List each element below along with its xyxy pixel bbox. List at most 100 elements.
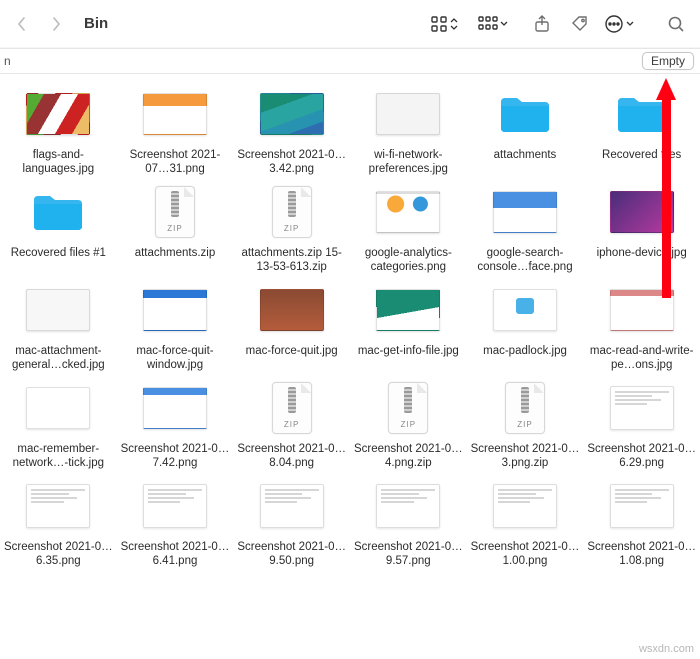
image-thumbnail [260, 93, 324, 135]
file-item[interactable]: Recovered files #1 [2, 184, 115, 274]
file-item[interactable]: Screenshot 2021-0…9.50.png [235, 478, 348, 568]
file-label: Screenshot 2021-0…6.41.png [120, 540, 230, 568]
file-thumbnail: ZIP [141, 184, 209, 240]
file-item[interactable]: ZIP Screenshot 2021-0…8.04.png [235, 380, 348, 470]
file-item[interactable]: google-analytics-categories.png [352, 184, 465, 274]
share-button[interactable] [528, 10, 556, 38]
file-item[interactable]: iphone-device.jpg [585, 184, 698, 274]
path-bar: n Empty [0, 48, 700, 74]
zip-label: ZIP [273, 224, 311, 233]
file-thumbnail [374, 282, 442, 338]
image-thumbnail [26, 93, 90, 135]
zip-icon: ZIP [272, 382, 312, 434]
file-item[interactable]: mac-force-quit.jpg [235, 282, 348, 372]
chevron-down-icon [626, 21, 634, 27]
file-item[interactable]: Screenshot 2021-0…6.29.png [585, 380, 698, 470]
file-thumbnail [24, 478, 92, 534]
icon-grid-icon [430, 15, 448, 33]
view-mode-toggle[interactable] [430, 15, 458, 33]
file-thumbnail [258, 282, 326, 338]
file-item[interactable]: mac-padlock.jpg [469, 282, 582, 372]
file-item[interactable]: ZIPScreenshot 2021-0…3.png.zip [469, 380, 582, 470]
file-label: google-analytics-categories.png [353, 246, 463, 274]
watermark: wsxdn.com [639, 643, 694, 655]
file-item[interactable]: mac-attachment-general…cked.jpg [2, 282, 115, 372]
content-area: flags-and-languages.jpgScreenshot 2021-0… [0, 74, 700, 639]
chevron-down-icon [500, 21, 508, 27]
chevron-right-icon [51, 17, 61, 31]
annotation-arrow [657, 78, 675, 298]
file-label: mac-read-and-write-pe…ons.jpg [587, 344, 697, 372]
file-thumbnail [608, 478, 676, 534]
image-thumbnail [26, 289, 90, 331]
document-icon [376, 484, 440, 528]
file-thumbnail [608, 380, 676, 436]
file-thumbnail: ZIP [258, 184, 326, 240]
file-thumbnail [141, 86, 209, 142]
file-item[interactable]: Screenshot 2021-0…6.41.png [119, 478, 232, 568]
file-thumbnail [24, 282, 92, 338]
file-label: Screenshot 2021-0…8.04.png [237, 442, 347, 470]
file-item[interactable]: attachments [469, 86, 582, 176]
file-item[interactable]: Screenshot 2021-0…1.00.png [469, 478, 582, 568]
image-thumbnail [493, 191, 557, 233]
zip-label: ZIP [273, 420, 311, 429]
file-item[interactable]: Screenshot 2021-0…3.42.png [235, 86, 348, 176]
document-icon [610, 484, 674, 528]
file-label: Screenshot 2021-0…9.57.png [353, 540, 463, 568]
file-item[interactable]: mac-force-quit-window.jpg [119, 282, 232, 372]
file-item[interactable]: ZIPattachments.zip 15-13-53-613.zip [235, 184, 348, 274]
file-item[interactable]: google-search-console…face.png [469, 184, 582, 274]
file-thumbnail [374, 86, 442, 142]
search-button[interactable] [662, 10, 690, 38]
file-item[interactable]: wi-fi-network-preferences.jpg [352, 86, 465, 176]
file-thumbnail [491, 184, 559, 240]
file-label: Screenshot 2021-0…3.42.png [237, 148, 347, 176]
zip-icon: ZIP [272, 186, 312, 238]
folder-icon [497, 92, 553, 136]
file-thumbnail [258, 478, 326, 534]
file-item[interactable]: mac-remember-network…-tick.jpg [2, 380, 115, 470]
file-item[interactable]: flags-and-languages.jpg [2, 86, 115, 176]
file-thumbnail [374, 478, 442, 534]
group-menu[interactable] [478, 16, 508, 32]
image-thumbnail [493, 289, 557, 331]
file-thumbnail: ZIP [258, 380, 326, 436]
action-menu[interactable] [604, 14, 634, 34]
file-thumbnail [24, 86, 92, 142]
zip-icon: ZIP [388, 382, 428, 434]
file-label: Screenshot 2021-0…6.29.png [587, 442, 697, 470]
file-label: Screenshot 2021-0…9.50.png [237, 540, 347, 568]
file-item[interactable]: mac-get-info-file.jpg [352, 282, 465, 372]
document-icon [610, 386, 674, 430]
file-item[interactable]: Screenshot 2021-07…31.png [119, 86, 232, 176]
back-button[interactable] [10, 12, 34, 36]
file-label: mac-padlock.jpg [483, 344, 567, 372]
file-label: Screenshot 2021-0…6.35.png [3, 540, 113, 568]
window-title: Bin [84, 15, 108, 32]
file-label: google-search-console…face.png [470, 246, 580, 274]
path-fragment: n [0, 49, 11, 73]
folder-icon [30, 190, 86, 234]
file-item[interactable]: Screenshot 2021-0…7.42.png [119, 380, 232, 470]
file-thumbnail [374, 184, 442, 240]
file-item[interactable]: ZIPScreenshot 2021-0…4.png.zip [352, 380, 465, 470]
zip-icon: ZIP [505, 382, 545, 434]
empty-trash-button[interactable]: Empty [642, 52, 694, 70]
file-item[interactable]: Screenshot 2021-0…6.35.png [2, 478, 115, 568]
file-item[interactable]: ZIPattachments.zip [119, 184, 232, 274]
file-item[interactable]: Screenshot 2021-0…1.08.png [585, 478, 698, 568]
icon-grid: flags-and-languages.jpgScreenshot 2021-0… [0, 86, 700, 568]
image-thumbnail [26, 387, 90, 429]
toolbar: Bin [0, 0, 700, 48]
file-label: attachments [494, 148, 557, 176]
zip-label: ZIP [156, 224, 194, 233]
forward-button[interactable] [44, 12, 68, 36]
file-item[interactable]: mac-read-and-write-pe…ons.jpg [585, 282, 698, 372]
search-icon [667, 15, 685, 33]
zip-label: ZIP [506, 420, 544, 429]
file-item[interactable]: Recovered files [585, 86, 698, 176]
file-item[interactable]: Screenshot 2021-0…9.57.png [352, 478, 465, 568]
tags-button[interactable] [566, 10, 594, 38]
zip-icon: ZIP [155, 186, 195, 238]
